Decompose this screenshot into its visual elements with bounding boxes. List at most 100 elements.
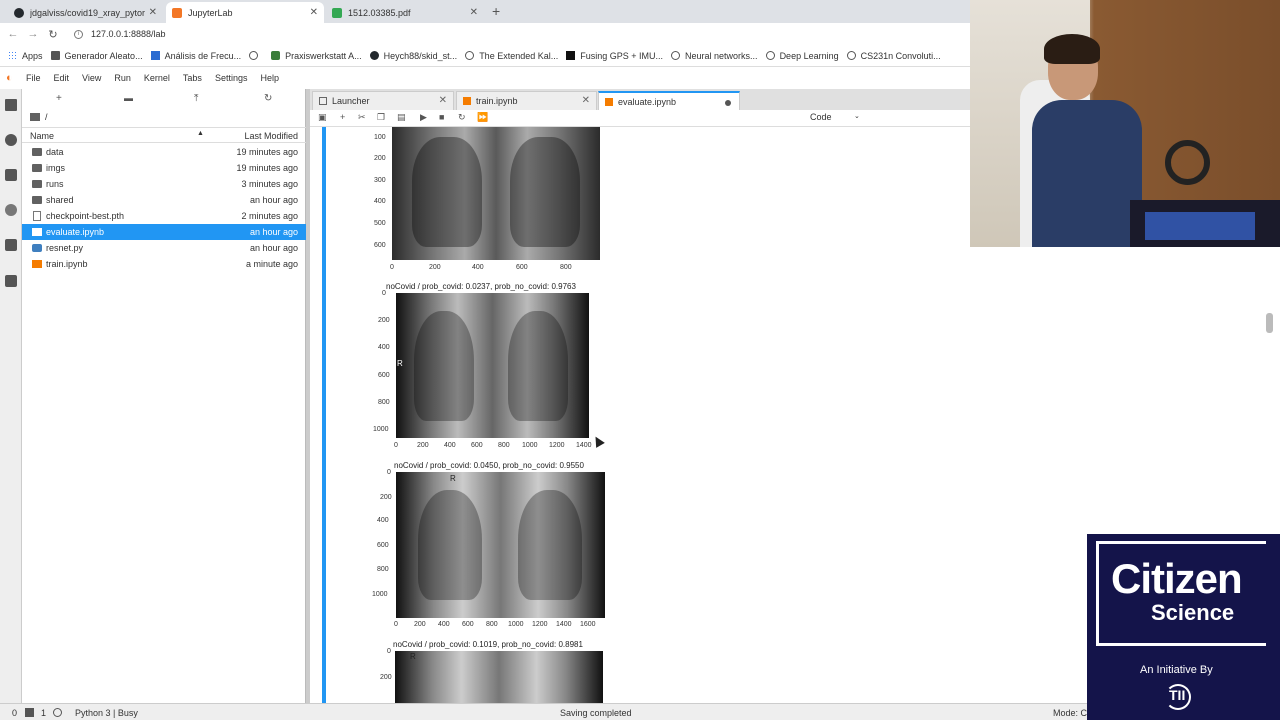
restart-icon[interactable]: ↻ (458, 112, 466, 123)
close-icon[interactable]: ✕ (310, 7, 318, 18)
extension-icon[interactable] (5, 275, 17, 287)
x-tick: 1000 (522, 442, 538, 449)
xray-marker: R (450, 474, 456, 483)
cut-icon[interactable]: ✂ (358, 112, 366, 123)
bookmark-item[interactable]: Heych88/skid_st... (369, 51, 457, 61)
bookmark-item[interactable]: Praxiswerkstatt A... (271, 51, 362, 61)
breadcrumb-root[interactable]: / (45, 112, 48, 122)
copy-icon[interactable]: ❐ (377, 112, 385, 123)
menu-edit[interactable]: Edit (54, 73, 70, 83)
browser-tab-title: 1512.03385.pdf (348, 7, 411, 18)
property-inspector-icon[interactable] (5, 204, 17, 216)
file-row[interactable]: data 19 minutes ago (22, 144, 306, 160)
save-status: Saving completed (560, 708, 632, 718)
bookmark-item[interactable]: The Extended Kal... (465, 51, 558, 61)
folder-icon (32, 164, 42, 172)
new-tab-button[interactable]: + (492, 3, 500, 19)
file-row[interactable]: shared an hour ago (22, 192, 306, 208)
globe-icon (846, 51, 856, 60)
logo-line2: Science (1151, 600, 1235, 625)
column-last-modified[interactable]: Last Modified (244, 131, 298, 141)
close-icon[interactable]: ✕ (582, 95, 590, 106)
save-icon[interactable]: ▣ (318, 112, 327, 123)
webcam-overlay (970, 0, 1280, 247)
cell-type-select[interactable]: Code ⌄ (810, 112, 860, 122)
fast-forward-icon[interactable]: ⏩ (477, 112, 488, 123)
tab-evaluate-notebook[interactable]: evaluate.ipynb (598, 91, 740, 111)
back-icon[interactable]: ← (6, 28, 20, 40)
close-icon[interactable]: ✕ (149, 7, 157, 18)
x-tick: 0 (394, 442, 398, 449)
tab-launcher[interactable]: Launcher ✕ (312, 91, 454, 110)
insert-cell-icon[interactable]: + (340, 112, 345, 122)
menu-file[interactable]: File (26, 73, 41, 83)
browser-tab-pdf[interactable]: 1512.03385.pdf ✕ (326, 2, 484, 23)
running-icon[interactable] (5, 134, 17, 146)
x-tick: 600 (462, 621, 474, 628)
column-name[interactable]: Name (30, 131, 54, 141)
y-tick: 400 (377, 517, 389, 524)
file-row[interactable]: runs 3 minutes ago (22, 176, 306, 192)
menu-help[interactable]: Help (260, 73, 279, 83)
browser-tab-github[interactable]: jdgalviss/covid19_xray_pytorch ✕ (8, 2, 163, 23)
url-field[interactable]: i 127.0.0.1:8888/lab (74, 29, 166, 39)
activity-bar (0, 89, 22, 703)
new-launcher-icon[interactable]: + (56, 93, 62, 104)
menu-kernel[interactable]: Kernel (144, 73, 170, 83)
address-bar: ← → ↻ i 127.0.0.1:8888/lab (0, 23, 970, 45)
file-row[interactable]: checkpoint-best.pth 2 minutes ago (22, 208, 306, 224)
file-row[interactable]: resnet.py an hour ago (22, 240, 306, 256)
kernel-status[interactable]: Python 3 | Busy (75, 708, 138, 718)
browser-tab-bar: jdgalviss/covid19_xray_pytorch ✕ Jupyter… (0, 0, 970, 23)
bookmark-item[interactable]: Análisis de Frecu... (150, 51, 241, 61)
y-tick: 0 (387, 469, 391, 476)
menu-settings[interactable]: Settings (215, 73, 248, 83)
y-tick: 500 (374, 220, 386, 227)
upload-icon[interactable]: ⤒ (194, 93, 198, 104)
cell-type-value: Code (810, 112, 832, 122)
new-folder-icon[interactable]: ▬ (124, 93, 133, 103)
y-tick: 1000 (372, 591, 388, 598)
commands-icon[interactable] (5, 169, 17, 181)
browser-tab-title: JupyterLab (188, 7, 233, 18)
menu-view[interactable]: View (82, 73, 101, 83)
info-icon[interactable]: i (74, 29, 83, 39)
file-row-selected[interactable]: evaluate.ipynb an hour ago (22, 224, 306, 240)
y-tick: 200 (378, 317, 390, 324)
x-tick: 200 (414, 621, 426, 628)
tabs-icon[interactable] (5, 239, 17, 251)
x-tick: 1400 (556, 621, 572, 628)
bookmark-item[interactable] (249, 51, 263, 60)
bookmark-apps[interactable]: Apps (8, 51, 43, 61)
bookmark-item[interactable]: Neural networks... (671, 51, 758, 61)
close-icon[interactable]: ✕ (470, 7, 478, 18)
browser-tab-jupyterlab[interactable]: JupyterLab ✕ (166, 2, 324, 23)
folder-icon[interactable] (5, 99, 17, 111)
document-tab-bar: Launcher ✕ train.ipynb ✕ evaluate.ipynb (310, 89, 970, 111)
globe-icon (465, 51, 475, 60)
folder-icon (32, 148, 42, 156)
bookmark-item[interactable]: Generador Aleato... (50, 51, 143, 61)
menu-tabs[interactable]: Tabs (183, 73, 202, 83)
stop-icon[interactable]: ■ (439, 112, 444, 122)
bookmark-item[interactable]: Fusing GPS + IMU... (566, 51, 663, 61)
run-icon[interactable]: ▶ (420, 112, 427, 123)
file-row[interactable]: imgs 19 minutes ago (22, 160, 306, 176)
bookmark-item[interactable]: CS231n Convoluti... (846, 51, 941, 61)
bookmark-item[interactable]: Deep Learning (765, 51, 839, 61)
menu-run[interactable]: Run (114, 73, 131, 83)
tab-label: train.ipynb (476, 96, 518, 106)
xray-image: R (396, 472, 605, 618)
plot-title: noCovid / prob_covid: 0.0237, prob_no_co… (386, 282, 576, 291)
scrollbar[interactable] (1266, 313, 1273, 333)
file-row[interactable]: train.ipynb a minute ago (22, 256, 306, 272)
tab-train-notebook[interactable]: train.ipynb ✕ (456, 91, 597, 110)
paste-icon[interactable]: ▤ (397, 112, 406, 123)
close-icon[interactable]: ✕ (439, 95, 447, 106)
reload-icon[interactable]: ↻ (46, 28, 60, 41)
folder-icon[interactable] (30, 113, 40, 121)
refresh-icon[interactable]: ↻ (264, 93, 272, 104)
forward-icon[interactable]: → (26, 28, 40, 40)
unsaved-dot-icon[interactable] (725, 100, 731, 106)
y-tick: 600 (377, 542, 389, 549)
